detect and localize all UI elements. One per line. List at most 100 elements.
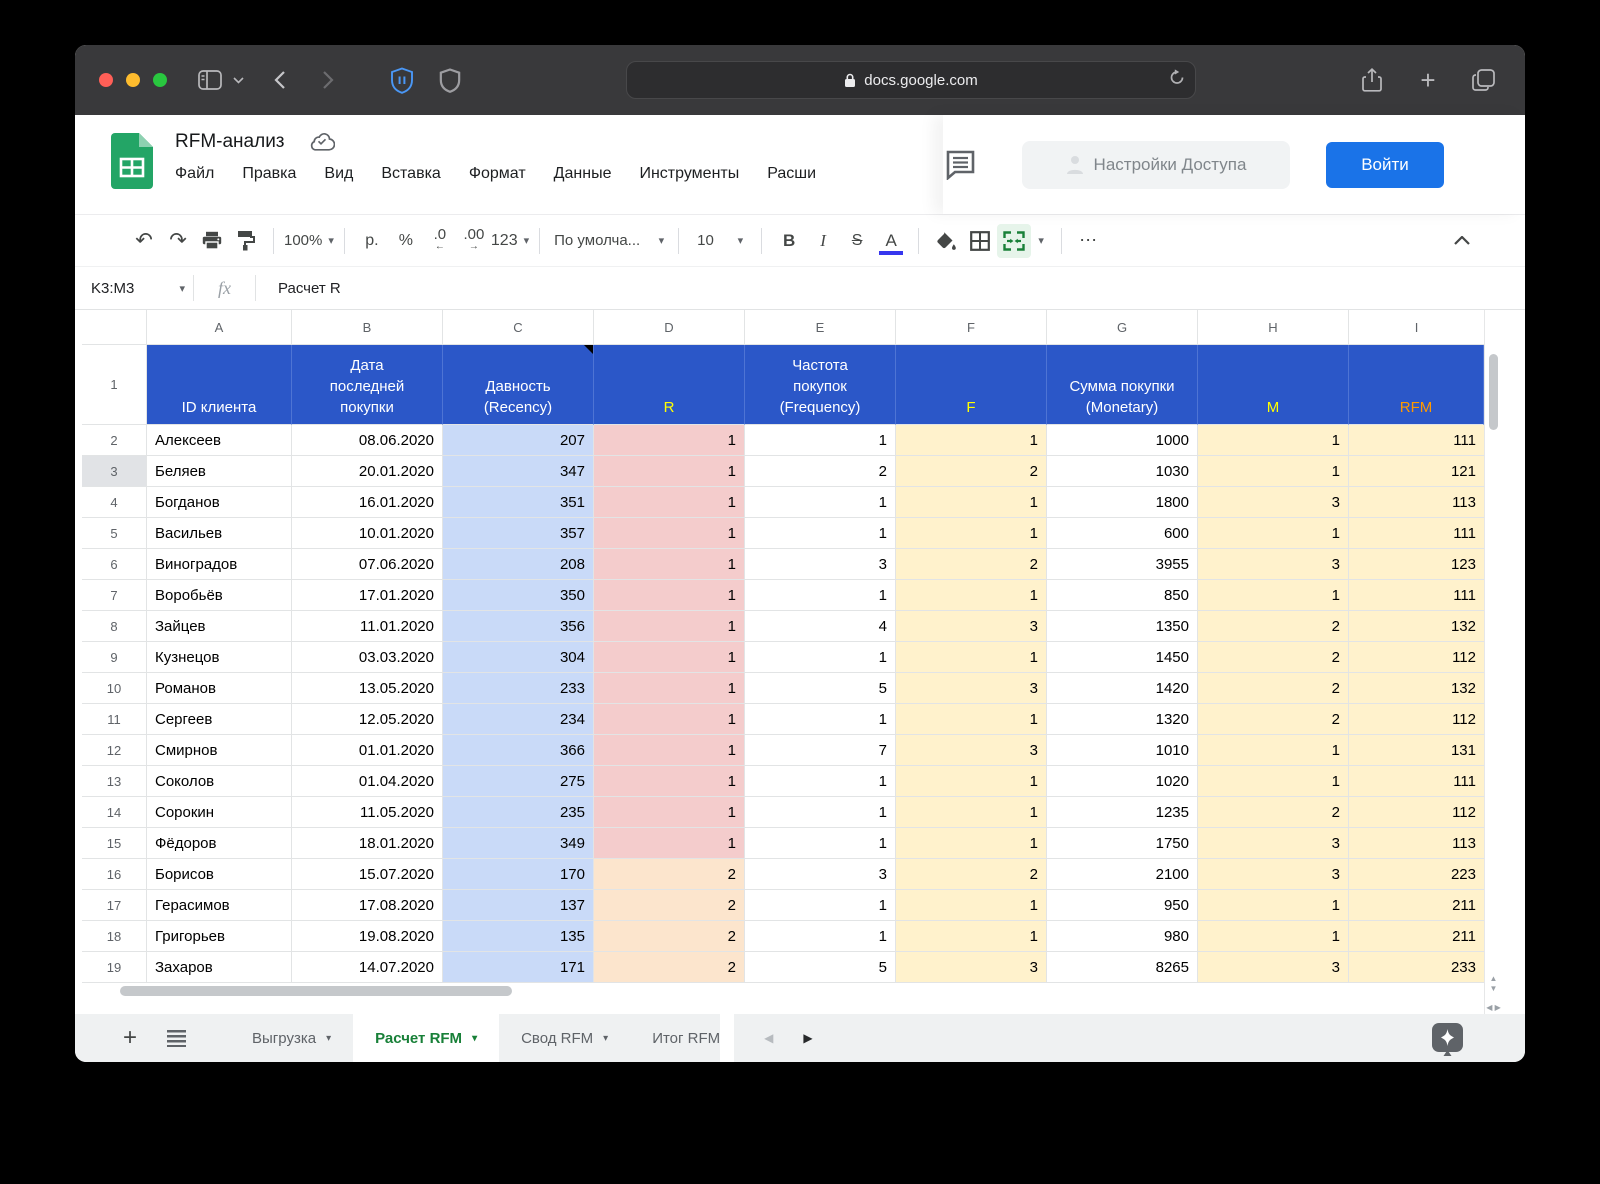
cell-D2[interactable]: 1 — [594, 425, 745, 456]
all-sheets-icon[interactable] — [167, 1030, 186, 1047]
row-number[interactable]: 11 — [82, 704, 147, 735]
cell-B3[interactable]: 20.01.2020 — [292, 456, 443, 487]
cell-C8[interactable]: 356 — [443, 611, 594, 642]
row-number[interactable]: 18 — [82, 921, 147, 952]
zoom-select[interactable]: 100%▾ — [284, 224, 334, 258]
cell-B16[interactable]: 15.07.2020 — [292, 859, 443, 890]
chevron-down-icon[interactable] — [227, 63, 249, 97]
cell-E9[interactable]: 1 — [745, 642, 896, 673]
cell-I6[interactable]: 123 — [1349, 549, 1484, 580]
cell-G16[interactable]: 2100 — [1047, 859, 1198, 890]
cell-C12[interactable]: 366 — [443, 735, 594, 766]
cell-D19[interactable]: 2 — [594, 952, 745, 983]
row-number[interactable]: 17 — [82, 890, 147, 921]
cell-C7[interactable]: 350 — [443, 580, 594, 611]
cell-D9[interactable]: 1 — [594, 642, 745, 673]
row-number[interactable]: 7 — [82, 580, 147, 611]
cell-A5[interactable]: Васильев — [147, 518, 292, 549]
cell-H6[interactable]: 3 — [1198, 549, 1349, 580]
header-cell-m[interactable]: M — [1198, 345, 1349, 425]
back-icon[interactable] — [263, 63, 297, 97]
vertical-scrollbar[interactable]: ▲▼ ◀ ▶ — [1484, 310, 1502, 1014]
cell-F8[interactable]: 3 — [896, 611, 1047, 642]
cell-B18[interactable]: 19.08.2020 — [292, 921, 443, 952]
row-number[interactable]: 1 — [82, 345, 147, 425]
cell-B7[interactable]: 17.01.2020 — [292, 580, 443, 611]
maximize-window-button[interactable] — [153, 73, 167, 87]
cell-H13[interactable]: 1 — [1198, 766, 1349, 797]
cell-B2[interactable]: 08.06.2020 — [292, 425, 443, 456]
horizontal-scrollbar[interactable] — [82, 983, 1484, 1001]
cell-A8[interactable]: Зайцев — [147, 611, 292, 642]
cell-I10[interactable]: 132 — [1349, 673, 1484, 704]
cell-B6[interactable]: 07.06.2020 — [292, 549, 443, 580]
bold-button[interactable]: B — [772, 224, 806, 258]
cell-F11[interactable]: 1 — [896, 704, 1047, 735]
menu-Данные[interactable]: Данные — [554, 165, 612, 183]
cell-C16[interactable]: 170 — [443, 859, 594, 890]
cell-G8[interactable]: 1350 — [1047, 611, 1198, 642]
row-number[interactable]: 4 — [82, 487, 147, 518]
cell-D8[interactable]: 1 — [594, 611, 745, 642]
cell-B9[interactable]: 03.03.2020 — [292, 642, 443, 673]
cell-E10[interactable]: 5 — [745, 673, 896, 704]
column-header-G[interactable]: G — [1047, 310, 1198, 345]
cell-I15[interactable]: 113 — [1349, 828, 1484, 859]
cell-I12[interactable]: 131 — [1349, 735, 1484, 766]
cell-E4[interactable]: 1 — [745, 487, 896, 518]
font-select[interactable]: По умолча...▾ — [550, 224, 668, 258]
cell-D17[interactable]: 2 — [594, 890, 745, 921]
font-size-select[interactable]: 10▾ — [689, 224, 751, 258]
cell-C19[interactable]: 171 — [443, 952, 594, 983]
cell-A7[interactable]: Воробьёв — [147, 580, 292, 611]
row-number[interactable]: 6 — [82, 549, 147, 580]
cell-C3[interactable]: 347 — [443, 456, 594, 487]
cell-I7[interactable]: 111 — [1349, 580, 1484, 611]
header-cell-f[interactable]: F — [896, 345, 1047, 425]
cell-C4[interactable]: 351 — [443, 487, 594, 518]
menu-Вставка[interactable]: Вставка — [381, 165, 440, 183]
menu-Расши[interactable]: Расши — [767, 165, 816, 183]
forward-icon[interactable] — [311, 63, 345, 97]
close-window-button[interactable] — [99, 73, 113, 87]
row-number[interactable]: 12 — [82, 735, 147, 766]
cell-A15[interactable]: Фёдоров — [147, 828, 292, 859]
cell-C5[interactable]: 357 — [443, 518, 594, 549]
cell-H3[interactable]: 1 — [1198, 456, 1349, 487]
tabs-scroll-left-icon[interactable]: ◀ — [764, 1031, 773, 1045]
cell-B5[interactable]: 10.01.2020 — [292, 518, 443, 549]
cell-H9[interactable]: 2 — [1198, 642, 1349, 673]
print-button[interactable] — [195, 224, 229, 258]
cell-F9[interactable]: 1 — [896, 642, 1047, 673]
cell-G6[interactable]: 3955 — [1047, 549, 1198, 580]
header-cell-r[interactable]: R — [594, 345, 745, 425]
cell-B15[interactable]: 18.01.2020 — [292, 828, 443, 859]
paint-format-button[interactable] — [229, 224, 263, 258]
row-number[interactable]: 19 — [82, 952, 147, 983]
cell-G14[interactable]: 1235 — [1047, 797, 1198, 828]
cell-F19[interactable]: 3 — [896, 952, 1047, 983]
column-header-C[interactable]: C — [443, 310, 594, 345]
cell-G15[interactable]: 1750 — [1047, 828, 1198, 859]
cell-G9[interactable]: 1450 — [1047, 642, 1198, 673]
cell-G3[interactable]: 1030 — [1047, 456, 1198, 487]
cell-H16[interactable]: 3 — [1198, 859, 1349, 890]
cell-G4[interactable]: 1800 — [1047, 487, 1198, 518]
more-formats-button[interactable]: 123▾ — [491, 224, 529, 258]
cell-E7[interactable]: 1 — [745, 580, 896, 611]
cell-C9[interactable]: 304 — [443, 642, 594, 673]
comment-icon[interactable] — [945, 150, 976, 180]
cell-F4[interactable]: 1 — [896, 487, 1047, 518]
cell-F10[interactable]: 3 — [896, 673, 1047, 704]
cell-H7[interactable]: 1 — [1198, 580, 1349, 611]
cell-D16[interactable]: 2 — [594, 859, 745, 890]
cell-B12[interactable]: 01.01.2020 — [292, 735, 443, 766]
reload-icon[interactable] — [1169, 69, 1185, 86]
row-number[interactable]: 16 — [82, 859, 147, 890]
undo-button[interactable]: ↶ — [127, 224, 161, 258]
cell-C2[interactable]: 207 — [443, 425, 594, 456]
header-cell-g[interactable]: Сумма покупки (Monetary) — [1047, 345, 1198, 425]
cell-C6[interactable]: 208 — [443, 549, 594, 580]
vertical-scroll-arrows[interactable]: ▲▼ — [1485, 974, 1502, 994]
formula-input[interactable]: Расчет R — [278, 280, 341, 297]
